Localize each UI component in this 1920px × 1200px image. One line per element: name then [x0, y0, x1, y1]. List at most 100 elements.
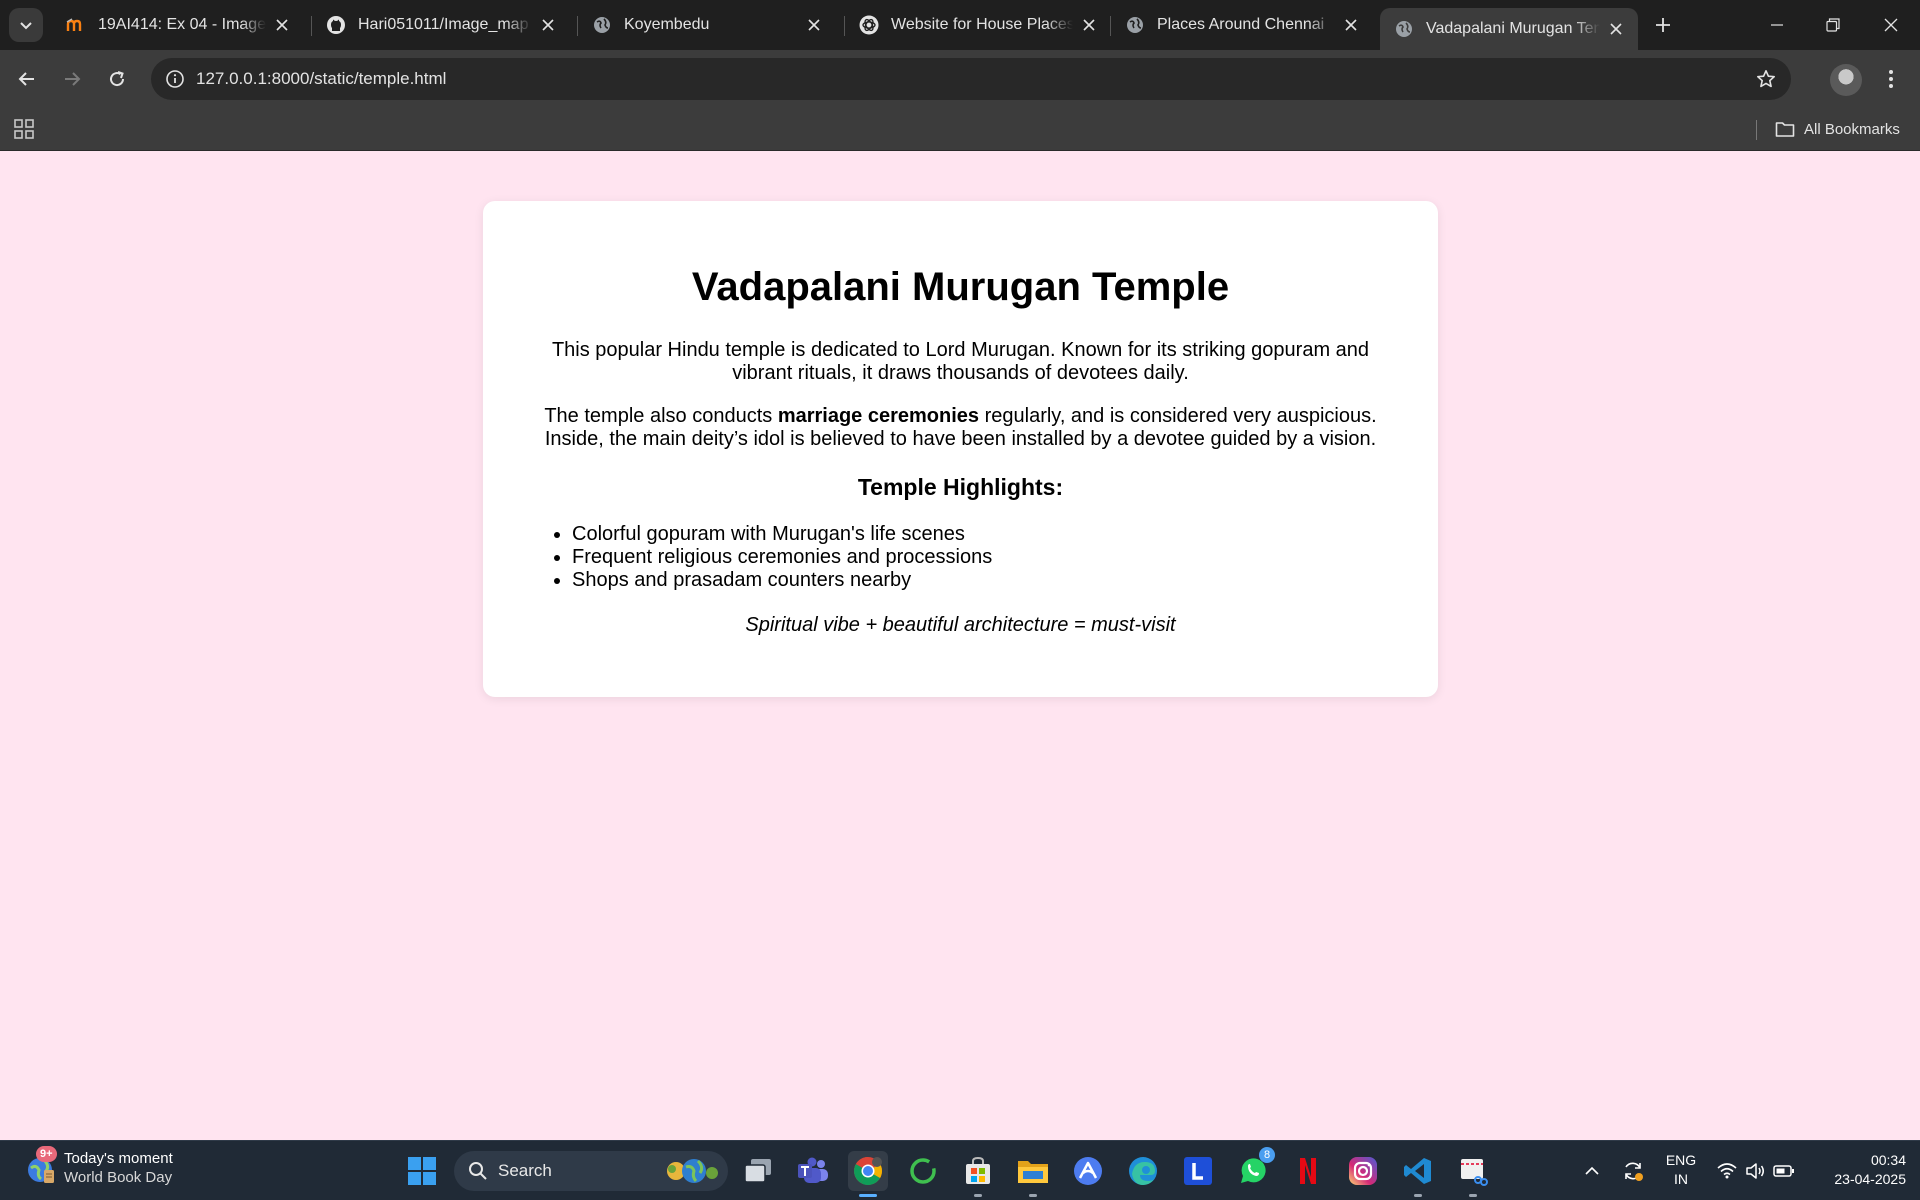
forward-button[interactable]: [54, 61, 90, 97]
url-text[interactable]: 127.0.0.1:8000/static/temple.html: [196, 69, 446, 89]
address-bar[interactable]: 127.0.0.1:8000/static/temple.html: [151, 58, 1791, 100]
tab-imagemap[interactable]: 19AI414: Ex 04 - Imagemap: [52, 6, 304, 44]
profile-avatar[interactable]: [1830, 64, 1862, 96]
start-button[interactable]: [402, 1151, 442, 1191]
teams-icon: [798, 1157, 828, 1183]
wifi-tray-icon[interactable]: [1714, 1151, 1740, 1191]
minimize-icon: [1771, 24, 1783, 26]
language-indicator[interactable]: ENG IN: [1660, 1151, 1702, 1189]
tab-house-places[interactable]: Website for House Places: [845, 6, 1111, 44]
sync-tray-button[interactable]: [1618, 1151, 1648, 1191]
chevron-down-icon: [20, 22, 32, 30]
forward-arrow-icon: [65, 72, 81, 86]
running-indicator: [974, 1194, 982, 1197]
instagram-button[interactable]: [1343, 1151, 1383, 1191]
clock-date: 23-04-2025: [1834, 1171, 1906, 1187]
intro-paragraph: This popular Hindu temple is dedicated t…: [551, 339, 1370, 384]
task-view-button[interactable]: [738, 1151, 778, 1191]
volume-tray-icon[interactable]: [1742, 1151, 1768, 1191]
close-tab-icon[interactable]: [1606, 19, 1626, 39]
tab-title: Places Around Chennai: [1157, 16, 1325, 33]
windows-logo-icon: [408, 1157, 436, 1185]
moodle-icon: [66, 15, 86, 35]
snipping-tool-icon: [1461, 1159, 1488, 1186]
arc-app-button[interactable]: [1068, 1151, 1108, 1191]
netflix-button[interactable]: [1288, 1151, 1328, 1191]
list-item: Shops and prasadam counters nearby: [572, 569, 992, 592]
close-tab-icon[interactable]: [804, 15, 824, 35]
tab-github[interactable]: Hari051011/Image_map: [312, 6, 570, 44]
chrome-icon: [854, 1157, 882, 1185]
more-vertical-icon: [1889, 70, 1893, 88]
tab-title: Koyembedu: [624, 16, 710, 33]
chatgpt-icon: [859, 15, 879, 35]
clock-time: 00:34: [1870, 1152, 1906, 1168]
whatsapp-button[interactable]: 8: [1233, 1147, 1275, 1191]
tagline: Spiritual vibe + beautiful architecture …: [745, 614, 1176, 636]
globe-icon: [592, 15, 612, 35]
microsoft-store-button[interactable]: [958, 1151, 998, 1197]
folder-icon: [1775, 122, 1795, 137]
region-code: IN: [1674, 1171, 1688, 1187]
back-arrow-icon: [18, 72, 34, 86]
folder-icon: [1018, 1161, 1048, 1183]
close-tab-icon[interactable]: [272, 15, 292, 35]
clock[interactable]: 00:34 23-04-2025: [1810, 1151, 1906, 1189]
site-info-icon[interactable]: [159, 63, 191, 95]
taskbar-search[interactable]: Search: [454, 1151, 728, 1191]
close-tab-icon[interactable]: [1079, 15, 1099, 35]
globe-icon: [1125, 15, 1145, 35]
speaker-icon: [1746, 1163, 1764, 1179]
language-code: ENG: [1665, 1152, 1697, 1168]
tab-places-chennai[interactable]: Places Around Chennai: [1111, 6, 1373, 44]
tab-title: Website for House Places: [891, 16, 1073, 33]
running-indicator: [1029, 1194, 1037, 1197]
windows-taskbar: 9+ Today's moment World Book Day Search: [0, 1140, 1920, 1200]
all-bookmarks-button[interactable]: All Bookmarks: [1775, 116, 1900, 142]
apps-grid-icon[interactable]: [12, 117, 36, 141]
widgets-button[interactable]: 9+ Today's moment World Book Day: [22, 1146, 173, 1187]
reload-icon: [110, 71, 125, 87]
show-hidden-icons-button[interactable]: [1580, 1151, 1604, 1191]
close-tab-icon[interactable]: [1341, 15, 1361, 35]
back-button[interactable]: [9, 61, 45, 97]
tab-title: 19AI414: Ex 04 - Imagemap: [98, 16, 266, 33]
vscode-button[interactable]: [1398, 1151, 1438, 1197]
edge-icon: [1129, 1157, 1157, 1185]
edge-button[interactable]: [1123, 1151, 1163, 1191]
search-highlight-icon: [667, 1159, 718, 1183]
close-tab-icon[interactable]: [538, 15, 558, 35]
plus-icon: [1656, 18, 1670, 32]
snipping-tool-button[interactable]: [1453, 1151, 1493, 1197]
minimize-button[interactable]: [1749, 0, 1805, 50]
l-app-button[interactable]: [1178, 1151, 1218, 1191]
bookmark-star-icon[interactable]: [1755, 68, 1777, 90]
close-window-button[interactable]: [1863, 0, 1919, 50]
app-ring-button[interactable]: [903, 1151, 943, 1191]
restore-button[interactable]: [1805, 0, 1861, 50]
reload-button[interactable]: [99, 61, 135, 97]
running-indicator: [1469, 1194, 1477, 1197]
green-ring-icon: [910, 1158, 936, 1184]
tab-search-button[interactable]: [9, 8, 43, 42]
teams-button[interactable]: [793, 1151, 833, 1191]
file-explorer-button[interactable]: [1013, 1151, 1053, 1197]
tab-vadapalani-active[interactable]: Vadapalani Murugan Temple: [1380, 8, 1638, 50]
tab-koyembedu[interactable]: Koyembedu: [578, 6, 836, 44]
battery-tray-icon[interactable]: [1770, 1151, 1798, 1191]
page-title: Vadapalani Murugan Temple: [691, 265, 1230, 309]
widget-globe-icon: 9+: [22, 1146, 58, 1186]
highlights-heading: Temple Highlights:: [857, 474, 1064, 500]
list-item: Colorful gopuram with Murugan's life sce…: [572, 523, 992, 546]
netflix-icon: [1300, 1158, 1316, 1184]
list-item: Frequent religious ceremonies and proces…: [572, 546, 992, 569]
battery-icon: [1773, 1165, 1794, 1177]
search-label: Search: [498, 1161, 552, 1180]
new-tab-button[interactable]: [1646, 10, 1680, 40]
tab-strip: 19AI414: Ex 04 - Imagemap Hari051011/Ima…: [0, 0, 1920, 50]
restore-icon: [1826, 18, 1840, 32]
browser-menu-button[interactable]: [1876, 64, 1906, 94]
task-view-icon: [744, 1159, 771, 1183]
content-card: Vadapalani Murugan Temple This popular H…: [483, 201, 1438, 697]
chrome-button[interactable]: [848, 1151, 888, 1197]
